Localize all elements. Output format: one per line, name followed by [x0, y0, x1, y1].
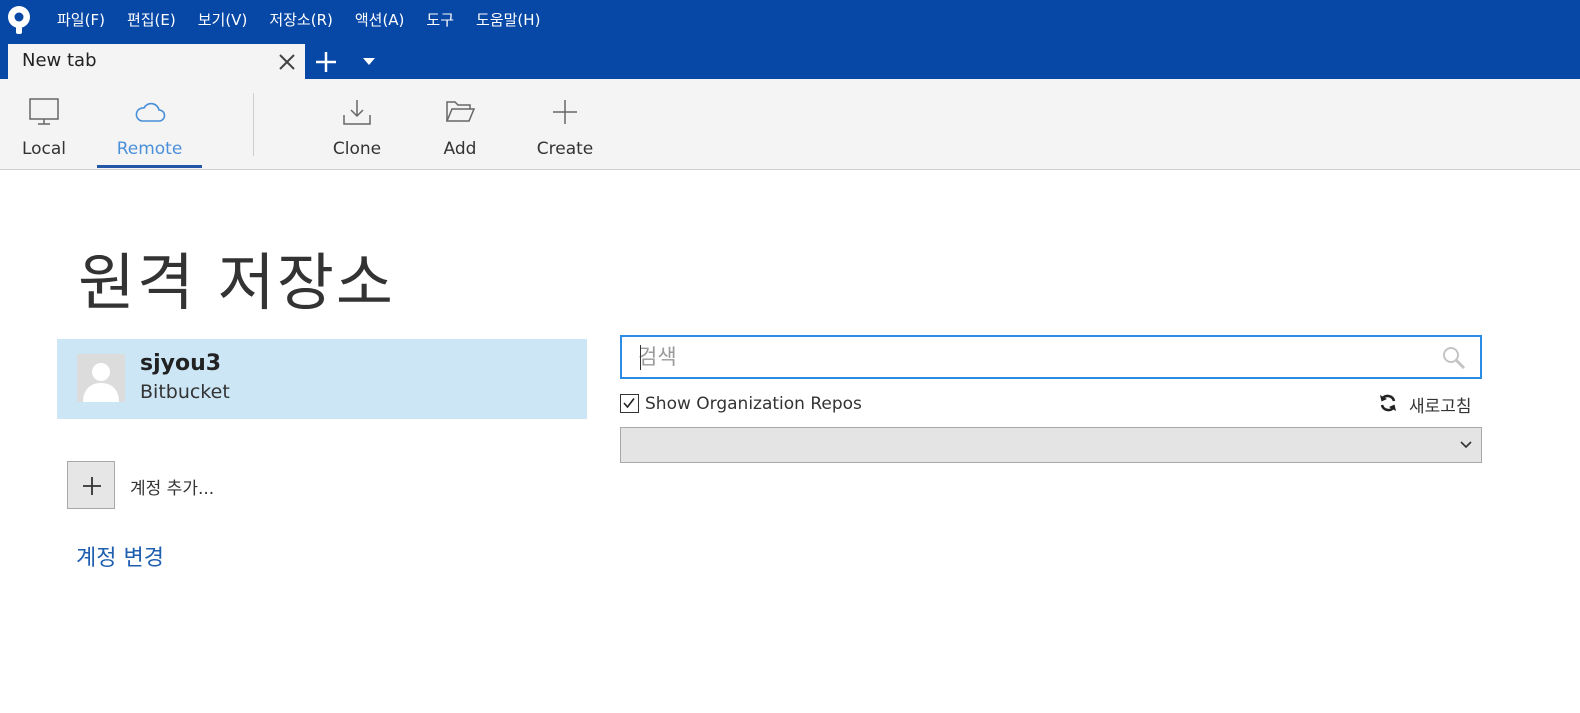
avatar — [77, 354, 125, 402]
clone-label: Clone — [332, 139, 382, 159]
title-bar: 파일(F) 편집(E) 보기(V) 저장소(R) 액션(A) 도구 도움말(H)… — [0, 0, 1580, 79]
search-input[interactable] — [638, 343, 1428, 371]
menu-edit[interactable]: 편집(E) — [127, 8, 176, 32]
remote-button[interactable]: Remote — [97, 79, 202, 169]
tab-new-tab[interactable]: New tab — [8, 44, 305, 79]
add-account-button[interactable] — [67, 461, 115, 509]
add-account-label[interactable]: 계정 추가... — [130, 474, 214, 499]
toolbar: Local Remote Clone Add Create — [0, 79, 1580, 170]
search-icon[interactable] — [1442, 346, 1466, 370]
menu-actions[interactable]: 액션(A) — [355, 8, 405, 32]
account-service: Bitbucket — [140, 381, 230, 403]
tab-label: New tab — [22, 50, 97, 71]
sourcetree-logo-icon — [8, 6, 30, 34]
text-caret — [640, 345, 641, 370]
clone-button[interactable]: Clone — [322, 79, 392, 169]
chevron-down-icon — [1460, 441, 1472, 449]
add-label: Add — [443, 139, 477, 159]
menu-help[interactable]: 도움말(H) — [476, 8, 540, 32]
add-button[interactable]: Add — [428, 79, 492, 169]
cloud-icon — [135, 102, 165, 122]
create-label: Create — [536, 139, 594, 159]
chevron-down-icon[interactable] — [362, 56, 376, 66]
plus-icon — [553, 100, 577, 124]
download-icon — [343, 100, 371, 125]
avatar-icon — [83, 363, 119, 402]
active-tab-indicator — [97, 165, 202, 168]
show-org-repos-label[interactable]: Show Organization Repos — [645, 394, 862, 414]
show-org-repos-checkbox[interactable] — [620, 394, 639, 413]
menu-file[interactable]: 파일(F) — [57, 8, 105, 32]
local-button[interactable]: Local — [8, 79, 80, 169]
account-username: sjyou3 — [140, 351, 222, 376]
toolbar-divider — [253, 93, 254, 156]
checkmark-icon — [623, 398, 635, 409]
change-account-link[interactable]: 계정 변경 — [76, 540, 164, 572]
search-box[interactable] — [620, 335, 1482, 379]
menu-tools[interactable]: 도구 — [426, 8, 454, 32]
monitor-icon — [29, 98, 59, 125]
plus-icon — [83, 477, 101, 495]
refresh-label[interactable]: 새로고침 — [1409, 392, 1472, 417]
local-label: Local — [21, 139, 67, 159]
menu-repository[interactable]: 저장소(R) — [269, 8, 333, 32]
create-button[interactable]: Create — [530, 79, 600, 169]
menu-bar: 파일(F) 편집(E) 보기(V) 저장소(R) 액션(A) 도구 도움말(H) — [57, 8, 562, 32]
new-tab-plus-icon[interactable] — [313, 49, 339, 75]
menu-view[interactable]: 보기(V) — [198, 8, 248, 32]
account-list-item[interactable]: sjyou3 Bitbucket — [57, 339, 587, 419]
folder-open-icon — [445, 101, 476, 122]
refresh-icon[interactable] — [1378, 393, 1398, 413]
close-icon[interactable] — [277, 52, 297, 72]
page-title: 원격 저장소 — [78, 246, 395, 319]
remote-label: Remote — [116, 139, 183, 159]
repo-owner-dropdown[interactable] — [620, 427, 1482, 463]
